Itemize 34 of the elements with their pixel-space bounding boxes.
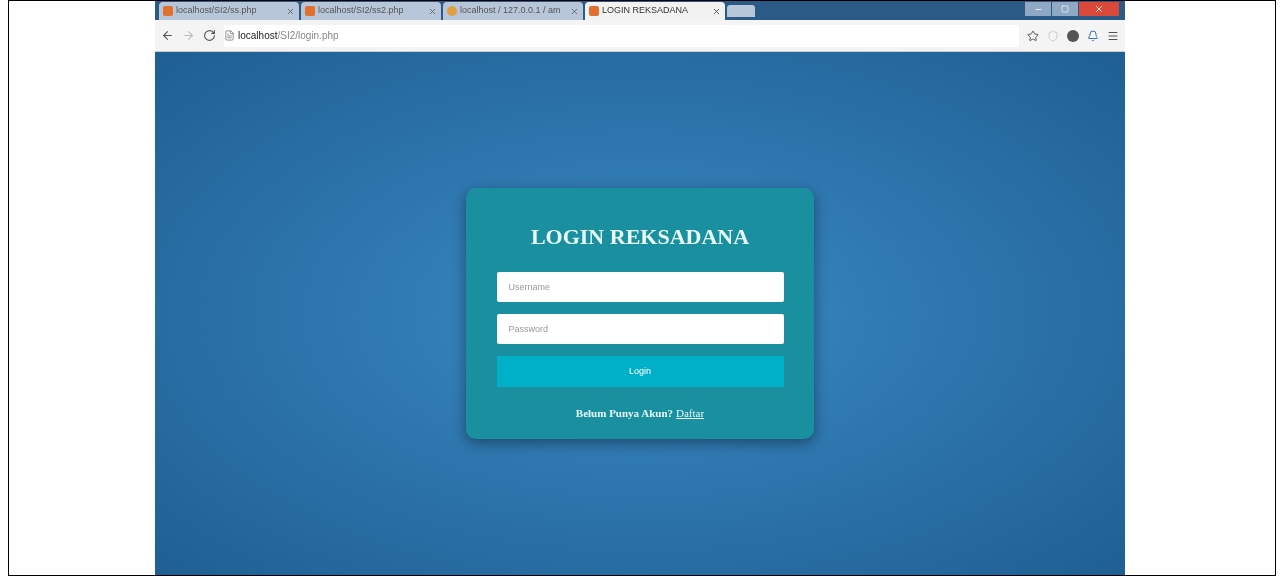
maximize-icon [1061,5,1069,13]
close-icon[interactable] [428,6,437,16]
close-icon[interactable] [712,6,721,16]
register-link[interactable]: Daftar [676,405,705,422]
page-icon [589,6,599,16]
menu-icon[interactable] [1107,29,1119,42]
login-title: LOGIN REKSADANA [530,224,750,250]
browser-tab[interactable]: localhost/SI2/ss.php [159,2,299,20]
close-window-button[interactable] [1079,2,1119,16]
reload-icon[interactable] [203,29,216,42]
tab-title: localhost / 127.0.0.1 / am [460,4,562,18]
username-field[interactable]: Username [496,272,784,302]
tab-title: localhost/SI2/ss.php [176,4,258,18]
close-icon[interactable] [286,6,295,16]
register-prompt: Belum Punya Akun? [575,406,674,421]
login-button[interactable]: Login [496,356,784,387]
bookmark-star-icon[interactable] [1027,29,1039,42]
close-icon[interactable] [570,6,579,16]
page-icon [224,30,235,41]
tab-title: LOGIN REKSADANA [602,4,690,18]
browser-tab[interactable]: localhost/SI2/ss2.php [301,2,441,20]
password-field[interactable]: Password [496,314,784,344]
back-icon[interactable] [161,29,174,42]
close-icon [1094,4,1104,14]
database-icon [447,6,457,16]
forward-icon[interactable] [182,29,195,42]
browser-tab[interactable]: localhost / 127.0.0.1 / am [443,2,583,20]
page-icon [163,6,173,16]
bell-icon[interactable] [1087,29,1099,42]
address-bar[interactable]: localhost/SI2/login.php [224,24,1019,47]
page-icon [305,6,315,16]
extension-icon[interactable] [1067,29,1079,42]
browser-tab[interactable]: LOGIN REKSADANA [585,2,725,20]
tab-title: localhost/SI2/ss2.php [318,4,405,18]
